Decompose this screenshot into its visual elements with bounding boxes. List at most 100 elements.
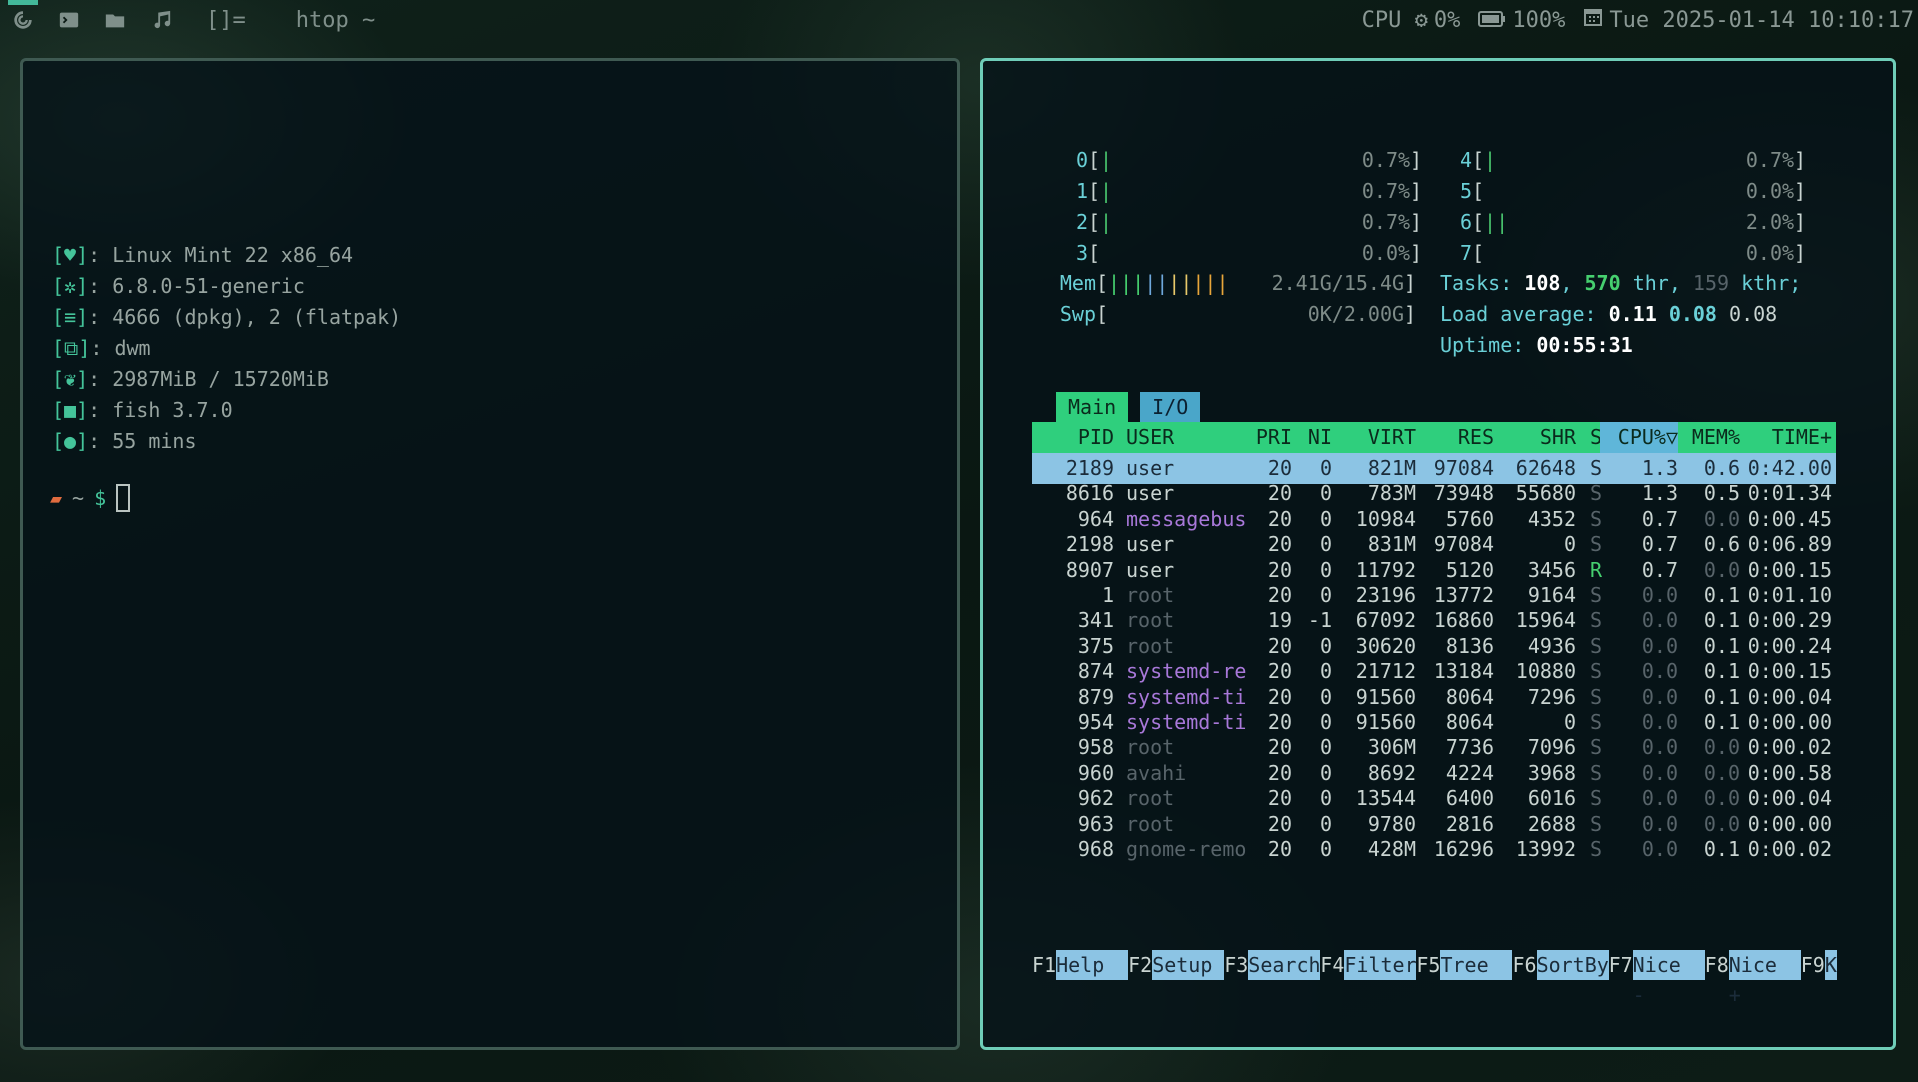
cpu-meter-0-label: 0 — [1075, 148, 1088, 172]
leaf-icon: [❦] — [52, 367, 89, 391]
column-header-time+[interactable]: TIME+ — [1740, 422, 1832, 453]
fkey-f9: F9 — [1800, 953, 1825, 977]
cpu-meter-3-bracket-close: ] — [1410, 241, 1423, 265]
cpu-meter-7-bracket-open: [ — [1472, 241, 1485, 265]
cpu-meter-2-bracket-close: ] — [1410, 210, 1423, 234]
cpu-meter-4-label: 4 — [1459, 148, 1472, 172]
mem-meter-label: Mem — [1059, 271, 1096, 295]
fetch-row-kernel: [✲]: 6.8.0-51-generic — [52, 271, 401, 302]
tab-io[interactable]: I/O — [1140, 392, 1201, 422]
fkey-f8: F8 — [1704, 953, 1729, 977]
function-key-bar: F1 Help F2 Setup F3 Search F4 Filter F5 Tree F6 Sor… — [1032, 950, 1837, 1007]
fkey-label-f4[interactable]: Filter — [1344, 950, 1417, 980]
shell-prompt[interactable]: ▰ ~ $ — [50, 484, 131, 512]
tag-terminal[interactable] — [46, 0, 92, 40]
battery-icon — [1478, 10, 1506, 27]
window-title: htop ~ — [295, 7, 376, 33]
fetch-packages: 4666 (dpkg), 2 (flatpak) — [112, 305, 402, 329]
fkey-label-f9[interactable]: K — [1824, 950, 1837, 980]
cpu-meter-4-bar: | — [1484, 148, 1497, 172]
cpu-meter-6: 6[|| 2.0%] — [1444, 207, 1806, 238]
process-cell: 428M — [1367, 837, 1416, 861]
fetch-memory: 2987MiB / 15720MiB — [112, 367, 329, 391]
cpu-meter-3-bracket-open: [ — [1088, 241, 1101, 265]
mem-meter-bracket-open: [ — [1096, 271, 1109, 295]
cpu-meter-2-value: 0.7% — [1361, 210, 1411, 234]
cpu-meter-2-label: 2 — [1075, 210, 1088, 234]
fkey-label-f6[interactable]: SortBy — [1536, 950, 1609, 980]
process-cell: 20 — [1267, 837, 1292, 861]
swap-meter-bracket-open: [ — [1096, 302, 1109, 326]
fkey-label-f8[interactable]: Nice + — [1728, 950, 1801, 1007]
fkey-label-f7[interactable]: Nice - — [1632, 950, 1705, 1007]
tag-music[interactable] — [138, 0, 184, 40]
fetch-info: [♥]: Linux Mint 22 x86_64 [✲]: 6.8.0-51-… — [52, 240, 401, 457]
cpu-meter-5: 5[0.0%] — [1444, 176, 1806, 207]
process-row[interactable]: 968 gnome-remo 20 0 428M 16296 13992 S 0.0 0.1 0:0… — [1032, 834, 1836, 865]
fetch-kernel: 6.8.0-51-generic — [112, 274, 305, 298]
heart-icon: [♥] — [52, 243, 89, 267]
swap-meter-label: Swp — [1059, 302, 1096, 326]
cpu-meter-6-bracket-open: [ — [1472, 210, 1485, 234]
package-icon: [≡] — [52, 305, 89, 329]
cpu-meter-4-bracket-open: [ — [1472, 148, 1485, 172]
fkey-f5: F5 — [1416, 953, 1441, 977]
music-icon — [154, 10, 171, 29]
column-header-s[interactable]: S — [1574, 422, 1602, 453]
terminal-window-left[interactable] — [20, 58, 960, 1050]
cpu-meter-1-bracket-close: ] — [1410, 179, 1423, 203]
folder-icon: ▰ — [50, 486, 63, 510]
column-header-mem[interactable]: MEM% — [1678, 422, 1740, 453]
cpu-meter-4-value: 0.7% — [1745, 148, 1795, 172]
uptime-line: Uptime: 00:55:31 — [1440, 333, 1633, 357]
cpu-meter-1-bar: | — [1100, 179, 1113, 203]
swap-meter-bar — [1108, 299, 1238, 330]
fkey-f3: F3 — [1224, 953, 1249, 977]
process-cell: 16296 — [1433, 837, 1494, 861]
column-header-cpu[interactable]: CPU%▽ — [1600, 422, 1678, 453]
gear-icon: [✲] — [52, 274, 89, 298]
swap-meter-bracket-close: ] — [1404, 302, 1417, 326]
fkey-f1: F1 — [1032, 953, 1057, 977]
cpu-meter-2-bar: | — [1100, 210, 1113, 234]
column-header-user[interactable]: USER — [1126, 422, 1246, 453]
tab-main[interactable]: Main — [1056, 392, 1129, 422]
fetch-row-os: [♥]: Linux Mint 22 x86_64 — [52, 240, 401, 271]
swap-meter-value: 0K/2.00G — [1307, 302, 1405, 326]
process-cell: 0.1 — [1703, 837, 1740, 861]
cpu-meter-5-bar — [1484, 176, 1504, 207]
fkey-f2: F2 — [1128, 953, 1153, 977]
fkey-label-f3[interactable]: Search — [1248, 950, 1321, 980]
swap-meter: Swp[0K/2.00G] — [1054, 299, 1416, 330]
tag-files[interactable] — [92, 0, 138, 40]
cpu-meter-1-bracket-open: [ — [1088, 179, 1101, 203]
cpu-meter-7-value: 0.0% — [1745, 241, 1795, 265]
column-header-pri[interactable]: PRI — [1232, 422, 1292, 453]
htop-tabs: Main I/O — [1056, 392, 1201, 422]
column-header-ni[interactable]: NI — [1288, 422, 1332, 453]
cpu-meter-4: 4[| 0.7%] — [1444, 145, 1806, 176]
cpu-meter-6-label: 6 — [1459, 210, 1472, 234]
process-cell: 0.0 — [1641, 837, 1678, 861]
cpu-status: CPU ⚙ 0% — [1362, 8, 1461, 33]
layout-indicator[interactable]: []= — [206, 8, 246, 33]
column-header-shr[interactable]: SHR — [1494, 422, 1576, 453]
cpu-meter-6-value: 2.0% — [1745, 210, 1795, 234]
fetch-uptime: 55 mins — [112, 429, 197, 453]
column-header-res[interactable]: RES — [1414, 422, 1494, 453]
cpu-meter-2: 2[| 0.7%] — [1060, 207, 1422, 238]
mem-meter-bar: |||||||||| — [1108, 271, 1229, 295]
fkey-label-f5[interactable]: Tree — [1440, 950, 1513, 980]
tasks-line: Tasks: 108, 570 thr, 159 kthr; — [1440, 271, 1802, 295]
tag-1[interactable] — [0, 0, 46, 40]
fkey-label-f2[interactable]: Setup — [1152, 950, 1225, 980]
column-header-pid[interactable]: PID — [1032, 422, 1114, 453]
fkey-label-f1[interactable]: Help — [1056, 950, 1129, 980]
process-table-header: PID USER PRI NI VIRT RES SHR S CPU%▽ MEM% TIME+ — [1032, 422, 1836, 453]
fetch-row-uptime: [●]: 55 mins — [52, 426, 401, 457]
calendar-icon — [1583, 7, 1603, 27]
cpu-value: 0% — [1433, 7, 1461, 33]
cpu-meter-5-bracket-open: [ — [1472, 179, 1485, 203]
cpu-meter-1-value: 0.7% — [1361, 179, 1411, 203]
column-header-virt[interactable]: VIRT — [1332, 422, 1416, 453]
